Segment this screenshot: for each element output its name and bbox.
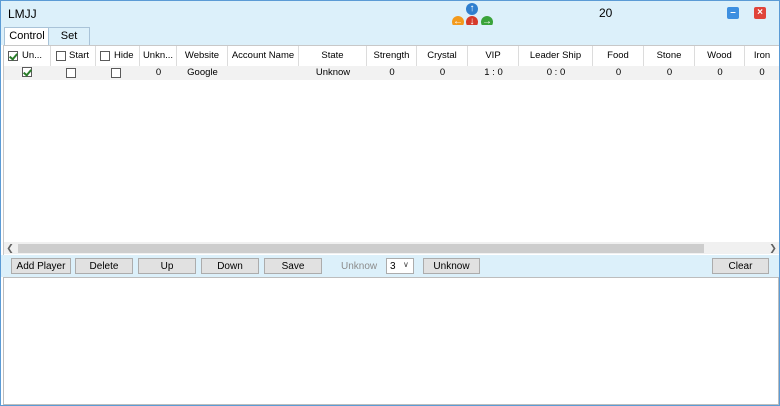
title-bar: LMJJ ↑ ← ↓ → 20 – × (1, 1, 779, 28)
col-start-label: Start (69, 50, 90, 61)
up-arrow-icon[interactable]: ↑ (466, 3, 478, 15)
cell-stone: 0 (666, 67, 673, 78)
row-hide-checkbox[interactable] (111, 68, 121, 78)
minimize-button[interactable]: – (727, 7, 739, 19)
log-textarea[interactable] (3, 277, 779, 405)
tab-strip: Control Set (1, 25, 779, 46)
col-leadership[interactable]: Leader Ship (519, 46, 593, 66)
col-leadership-label: Leader Ship (529, 50, 582, 61)
col-account-name-label: Account Name (231, 50, 295, 61)
col-stone[interactable]: Stone (644, 46, 695, 66)
col-strength-label: Strength (373, 50, 410, 61)
scroll-right-icon[interactable]: ❯ (767, 242, 779, 254)
col-stone-label: Stone (656, 50, 682, 61)
app-window: LMJJ ↑ ← ↓ → 20 – × Control Set Un... St… (0, 0, 780, 406)
cell-account-name (228, 66, 299, 80)
horizontal-scrollbar[interactable]: ❮ ❯ (4, 242, 779, 254)
unknow-label: Unknow (341, 261, 378, 272)
cell-vip: 1 : 0 (484, 67, 503, 78)
scrollbar-thumb[interactable] (18, 244, 704, 253)
cell-iron: 0 (759, 67, 765, 78)
col-state[interactable]: State (299, 46, 367, 66)
scroll-left-icon[interactable]: ❮ (4, 242, 16, 254)
cell-crystal: 0 (439, 67, 446, 78)
tab-control[interactable]: Control (4, 27, 50, 46)
count-select[interactable]: 3 ∨ (386, 258, 414, 274)
count-select-value: 3 (390, 261, 396, 272)
tab-set[interactable]: Set (48, 27, 90, 45)
header-un-checkbox[interactable] (8, 51, 18, 61)
cell-leadership: 0 : 0 (546, 67, 566, 78)
col-food[interactable]: Food (593, 46, 644, 66)
col-vip-label: VIP (485, 50, 501, 61)
col-vip[interactable]: VIP (468, 46, 519, 66)
tab-set-label: Set (60, 30, 78, 42)
tab-control-label: Control (9, 30, 45, 42)
cell-website: Google (187, 67, 218, 78)
col-un-label: Un... (22, 50, 43, 61)
col-hide-label: Hide (114, 50, 134, 61)
col-crystal[interactable]: Crystal (417, 46, 468, 66)
header-start-checkbox[interactable] (56, 51, 66, 61)
cell-state: Unknow (315, 67, 351, 78)
action-toolbar: Add Player Delete Player Up Down Save Un… (1, 255, 779, 288)
cell-strength: 0 (389, 67, 395, 78)
table-row[interactable]: 0 Google Unknow 0 0 1 : 0 0 : 0 0 0 0 0 (4, 66, 779, 80)
col-unknown-label: Unkn... (142, 50, 174, 61)
col-start[interactable]: Start (51, 46, 96, 66)
col-website-label: Website (184, 50, 220, 61)
add-player-button[interactable]: Add Player (11, 258, 71, 274)
clear-button[interactable]: Clear (712, 258, 769, 274)
col-wood[interactable]: Wood (695, 46, 745, 66)
col-un[interactable]: Un... (4, 46, 51, 66)
row-un-checkbox[interactable] (22, 67, 32, 77)
col-crystal-label: Crystal (427, 50, 457, 61)
col-account-name[interactable]: Account Name (228, 46, 299, 66)
col-unknown[interactable]: Unkn... (140, 46, 177, 66)
cell-unknown: 0 (155, 67, 162, 78)
col-wood-label: Wood (707, 50, 732, 61)
down-button[interactable]: Down (201, 258, 259, 274)
col-food-label: Food (607, 50, 629, 61)
col-iron-label: Iron (753, 50, 771, 61)
col-strength[interactable]: Strength (367, 46, 417, 66)
delete-player-button[interactable]: Delete Player (75, 258, 133, 288)
up-button[interactable]: Up (138, 258, 196, 274)
cell-wood: 0 (717, 67, 723, 78)
cell-food: 0 (615, 67, 622, 78)
unknow-button[interactable]: Unknow (423, 258, 480, 274)
col-iron[interactable]: Iron (745, 46, 779, 66)
chevron-down-icon: ∨ (403, 260, 409, 269)
window-title: LMJJ (8, 7, 37, 21)
row-start-checkbox[interactable] (66, 68, 76, 78)
col-website[interactable]: Website (177, 46, 228, 66)
counter-value: 20 (599, 6, 613, 20)
save-button[interactable]: Save (264, 258, 322, 274)
close-button[interactable]: × (754, 7, 766, 19)
col-state-label: State (321, 50, 344, 61)
col-hide[interactable]: Hide (96, 46, 140, 66)
players-grid: Un... Start Hide Unkn... Website Account… (3, 45, 779, 257)
grid-header: Un... Start Hide Unkn... Website Account… (4, 46, 779, 67)
header-hide-checkbox[interactable] (100, 51, 110, 61)
